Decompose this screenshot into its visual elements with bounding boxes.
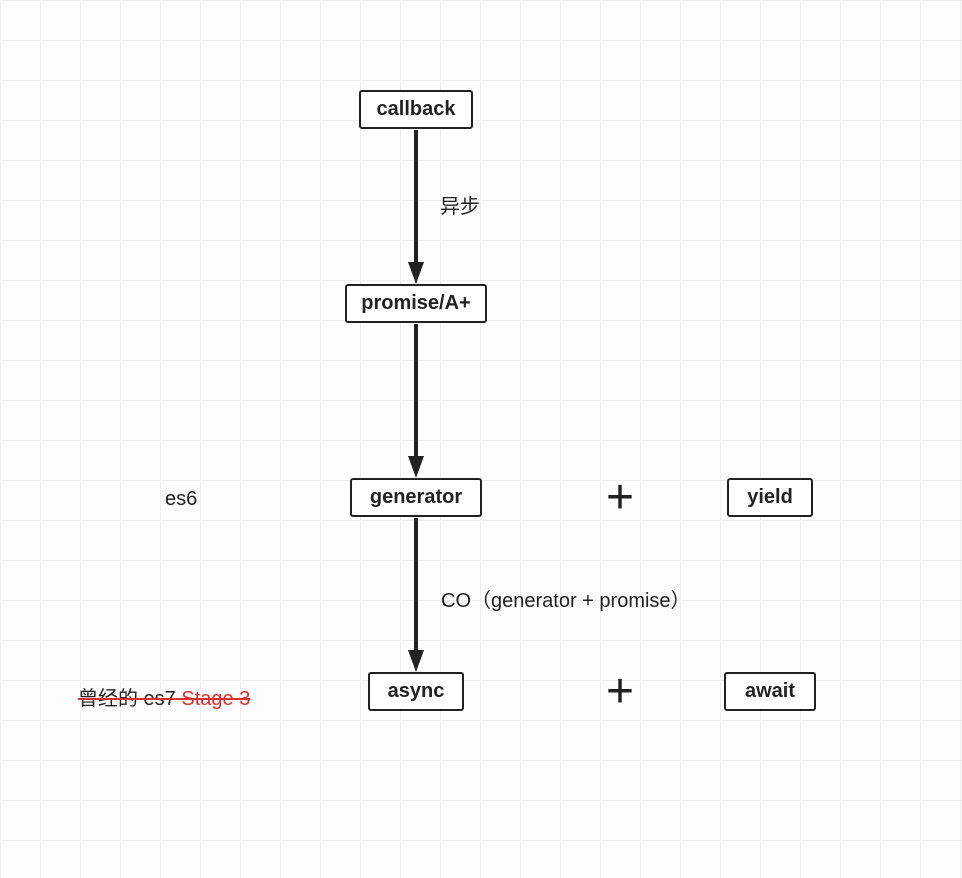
arrow-promise-to-generator [408, 324, 424, 478]
label-es7-stage: Stage 3 [176, 688, 251, 710]
node-yield: yield [727, 478, 813, 517]
plus-async-await: + [606, 668, 634, 716]
label-async-cn: 异步 [440, 190, 480, 219]
arrow-generator-to-async [408, 518, 424, 672]
label-es7: 曾经的 es7 Stage 3 [78, 682, 250, 711]
label-co: CO（generator + promise） [441, 584, 691, 613]
arrow-callback-to-promise [408, 130, 424, 284]
label-es6: es6 [165, 488, 197, 511]
label-es7-prefix: 曾经的 es7 [78, 688, 176, 710]
node-generator: generator [350, 478, 482, 517]
node-await: await [724, 672, 816, 711]
plus-generator-yield: + [606, 474, 634, 522]
node-async: async [368, 672, 464, 711]
node-callback: callback [359, 90, 473, 129]
node-promise: promise/A+ [345, 284, 487, 323]
